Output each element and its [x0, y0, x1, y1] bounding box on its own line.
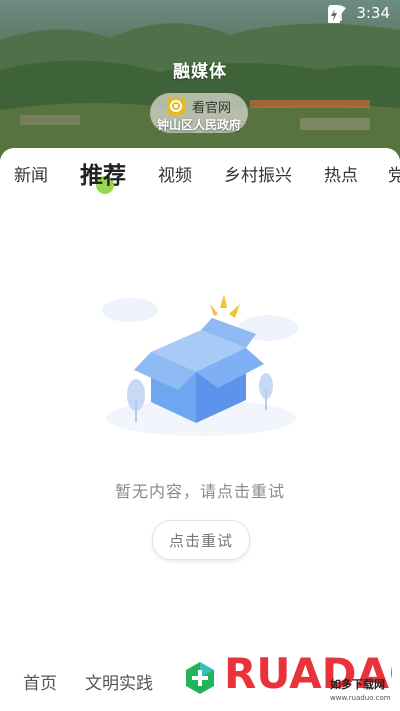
- header-banner: 3:34 融媒体 看官网 钟山区人民政府: [0, 0, 400, 160]
- nav-civilization-practice[interactable]: 文明实践: [85, 669, 153, 694]
- plus-icon[interactable]: [183, 661, 217, 695]
- empty-box-illustration: [102, 294, 298, 436]
- official-site-icon: [167, 97, 185, 115]
- status-time: 3:34: [356, 4, 390, 22]
- watermark-url: www.ruaduo.com: [330, 694, 391, 702]
- retry-button[interactable]: 点击重试: [152, 520, 250, 560]
- official-site-link[interactable]: 看官网: [192, 97, 231, 116]
- app-title: 融媒体: [173, 62, 227, 82]
- government-label: 钟山区人民政府: [156, 118, 241, 132]
- tab-hot[interactable]: 热点: [324, 161, 358, 186]
- tab-recommended[interactable]: 推荐: [80, 156, 126, 190]
- content-card: 新闻 推荐 视频 乡村振兴 热点 党 暂无内容，请点击重试 点击重试: [0, 148, 400, 711]
- tab-rural-revitalization[interactable]: 乡村振兴: [224, 161, 292, 186]
- official-site-badge[interactable]: 看官网 钟山区人民政府: [150, 93, 248, 133]
- nav-home[interactable]: 首页: [23, 669, 57, 694]
- empty-state-message: 暂无内容，请点击重试: [114, 482, 285, 501]
- tab-news[interactable]: 新闻: [14, 161, 48, 186]
- status-bar: 3:34: [0, 0, 400, 28]
- tab-party[interactable]: 党: [388, 161, 400, 186]
- watermark-sub: 如多下载网: [330, 677, 385, 691]
- category-tabs: 新闻 推荐 视频 乡村振兴 热点 党: [0, 148, 400, 198]
- tab-video[interactable]: 视频: [158, 161, 192, 186]
- site-watermark: RUADAO 如多下载网 www.ruaduo.com: [224, 649, 392, 702]
